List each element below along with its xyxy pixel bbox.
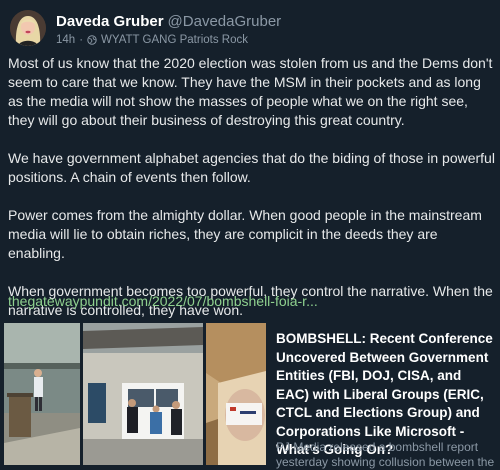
link-card-image[interactable] (4, 323, 266, 465)
group-name[interactable]: WYATT GANG Patriots Rock (101, 33, 248, 47)
post-paragraph: Most of us know that the 2020 election w… (8, 55, 493, 128)
post-meta: 14h · WYATT GANG Patriots Rock (56, 33, 248, 47)
link-card-description: PJ Media released a bombshell report yes… (276, 440, 495, 469)
post-header: Daveda Gruber @DavedaGruber (56, 13, 281, 31)
post-timestamp[interactable]: 14h (56, 33, 75, 47)
post-paragraph: We have government alphabet agencies tha… (8, 150, 495, 185)
separator-dot: · (79, 34, 84, 46)
display-name[interactable]: Daveda Gruber (56, 13, 164, 30)
post-paragraph: Power comes from the almighty dollar. Wh… (8, 207, 482, 261)
user-handle[interactable]: @DavedaGruber (168, 13, 282, 30)
post-link[interactable]: thegatewaypundit.com/2022/07/bombshell-f… (8, 292, 318, 311)
avatar[interactable] (10, 10, 46, 46)
globe-icon (87, 35, 97, 45)
